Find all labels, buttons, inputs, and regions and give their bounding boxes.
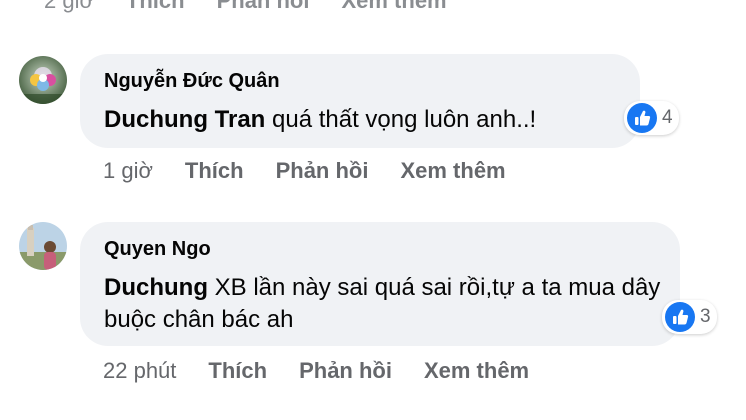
mention-link[interactable]: Duchung	[104, 274, 208, 301]
like-button[interactable]: Thích	[185, 158, 244, 184]
person-avatar-image	[19, 222, 67, 270]
see-more-button[interactable]: Xem thêm	[424, 358, 529, 384]
avatar[interactable]	[19, 56, 67, 104]
reply-button[interactable]: Phản hồi	[276, 158, 369, 184]
comment-bubble: Quyen Ngo Duchung XB lần này sai quá sai…	[80, 222, 680, 346]
comment-actions: 1 giờ Thích Phản hồi Xem thêm	[103, 158, 506, 184]
comment-actions: 22 phút Thích Phản hồi Xem thêm	[103, 358, 529, 384]
comment-author[interactable]: Quyen Ngo	[104, 238, 211, 261]
comment-body: quá thất vọng luôn anh..!	[272, 106, 537, 133]
reaction-count: 4	[662, 107, 673, 128]
previous-comment-actions: 2 giờ Thích Phản hồi Xem thêm	[44, 0, 447, 14]
comment-time[interactable]: 22 phút	[103, 358, 176, 384]
like-button[interactable]: Thích	[126, 0, 185, 14]
like-icon	[665, 302, 695, 332]
reaction-badge[interactable]: 4	[624, 101, 679, 135]
comment-time[interactable]: 2 giờ	[44, 0, 94, 14]
reaction-badge[interactable]: 3	[662, 300, 717, 334]
see-more-button[interactable]: Xem thêm	[341, 0, 446, 14]
reaction-count: 3	[700, 306, 711, 327]
like-icon	[627, 103, 657, 133]
comment-time[interactable]: 1 giờ	[103, 158, 153, 184]
avatar[interactable]	[19, 222, 67, 270]
comment-text: Duchung XB lần này sai quá sai rồi,tự a …	[104, 272, 664, 336]
reply-button[interactable]: Phản hồi	[299, 358, 392, 384]
like-button[interactable]: Thích	[208, 358, 267, 384]
reply-button[interactable]: Phản hồi	[217, 0, 310, 14]
comment-bubble: Nguyễn Đức Quân Duchung Tran quá thất vọ…	[80, 54, 640, 148]
flower-avatar-image	[19, 56, 67, 104]
mention-link[interactable]: Duchung Tran	[104, 106, 265, 133]
comment-text: Duchung Tran quá thất vọng luôn anh..!	[104, 104, 536, 136]
comment-author[interactable]: Nguyễn Đức Quân	[104, 70, 280, 93]
see-more-button[interactable]: Xem thêm	[400, 158, 505, 184]
